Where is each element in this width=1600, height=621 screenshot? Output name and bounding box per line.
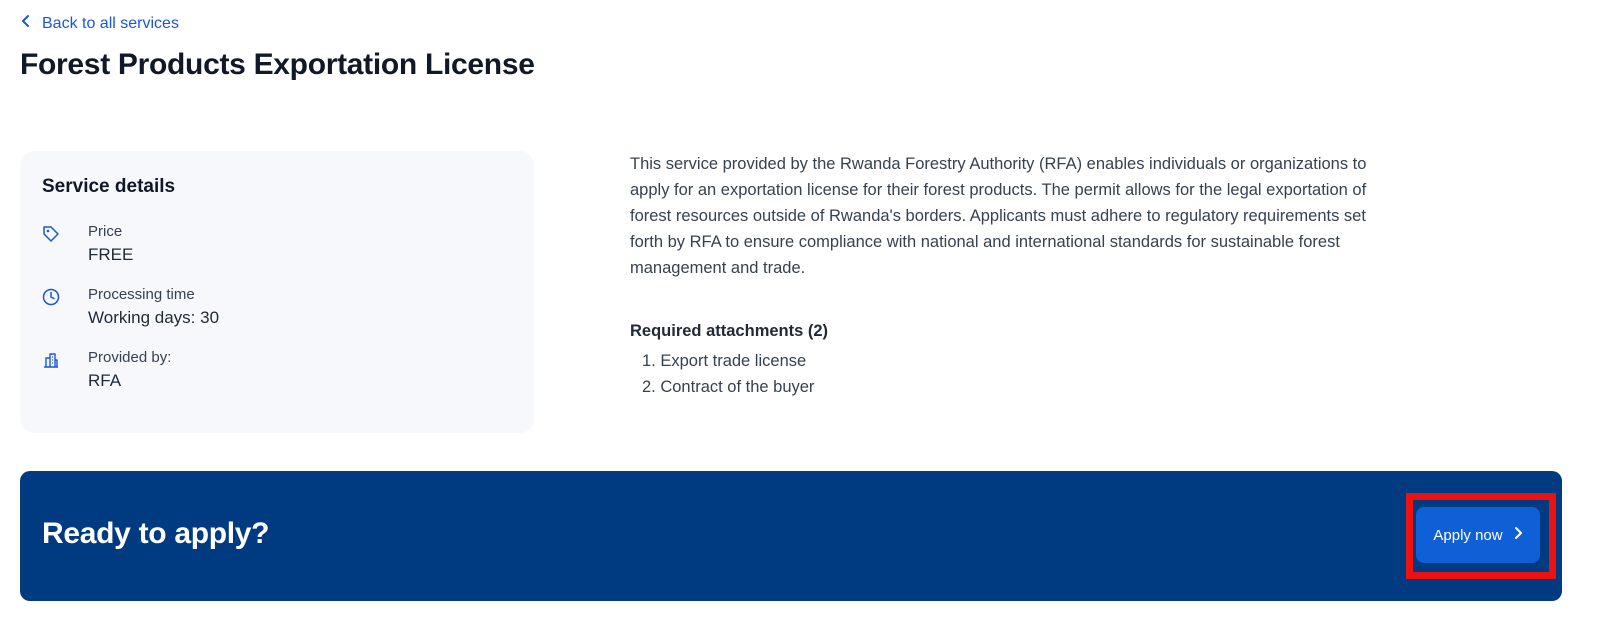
required-attachments-list: 1. Export trade license 2. Contract of t… xyxy=(642,348,814,400)
page-title: Forest Products Exportation License xyxy=(20,48,535,81)
processing-time-value: Working days: 30 xyxy=(88,308,220,327)
price-value: FREE xyxy=(88,245,134,264)
attachment-item: 1. Export trade license xyxy=(642,352,807,370)
service-details-card: Service details Price FREE Processing ti… xyxy=(20,151,534,433)
provided-by-label: Provided by: xyxy=(88,349,172,366)
building-icon xyxy=(42,351,60,369)
provided-by-value: RFA xyxy=(88,371,122,390)
service-details-title: Service details xyxy=(42,176,176,197)
apply-now-button[interactable]: Apply now xyxy=(1416,507,1540,563)
chevron-right-icon xyxy=(1513,526,1523,544)
required-attachments-title: Required attachments (2) xyxy=(630,322,829,340)
chevron-left-icon xyxy=(20,14,32,33)
price-label: Price xyxy=(88,223,123,240)
processing-time-label: Processing time xyxy=(88,286,195,303)
apply-button-label: Apply now xyxy=(1433,526,1503,544)
apply-heading: Ready to apply? xyxy=(42,517,270,550)
attachment-item: 2. Contract of the buyer xyxy=(642,378,815,396)
service-description: This service provided by the Rwanda Fore… xyxy=(630,155,1367,277)
apply-banner: Ready to apply? Apply now xyxy=(20,471,1562,601)
back-link-label: Back to all services xyxy=(42,14,179,32)
price-tag-icon xyxy=(42,225,60,243)
clock-icon xyxy=(42,288,60,306)
back-to-services-link[interactable]: Back to all services xyxy=(20,14,179,33)
